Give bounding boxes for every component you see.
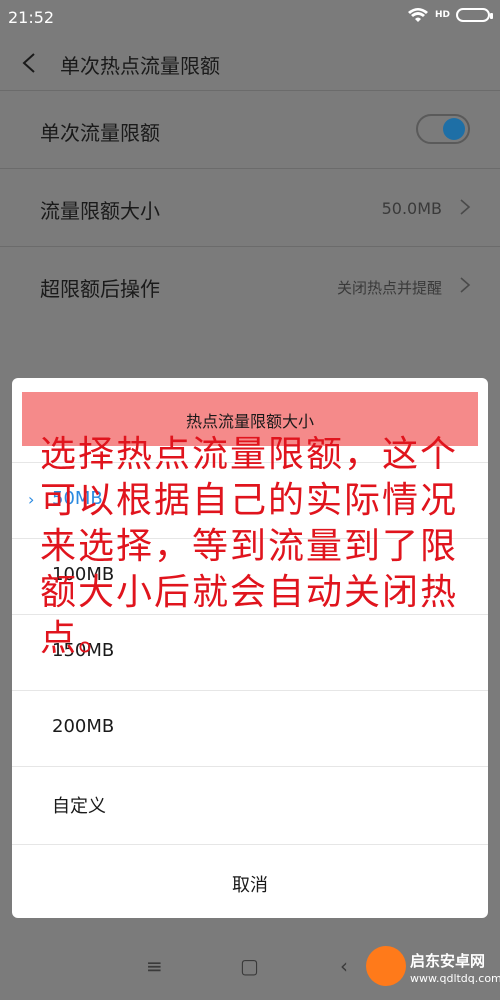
option-200mb[interactable]: 200MB: [12, 690, 488, 767]
back-icon[interactable]: ‹: [340, 954, 348, 978]
status-bar: 21:52 HD: [0, 0, 500, 36]
cancel-label: 取消: [232, 875, 268, 896]
after-limit-value: 关闭热点并提醒: [336, 279, 442, 297]
status-time: 21:52: [8, 8, 55, 27]
chevron-right-icon: [460, 277, 471, 293]
wifi-icon: [407, 8, 428, 22]
watermark-name: 启东安卓网: [410, 952, 486, 970]
back-button[interactable]: [12, 46, 46, 80]
after-limit-label: 超限额后操作: [40, 277, 160, 301]
header: 单次热点流量限额: [0, 36, 500, 88]
option-custom[interactable]: 自定义: [12, 766, 488, 843]
limit-toggle-label: 单次流量限额: [40, 121, 160, 145]
toggle-knob: [443, 118, 465, 140]
dialog-title: 热点流量限额大小: [185, 412, 314, 431]
limit-toggle-switch[interactable]: [416, 114, 470, 144]
limit-size-label: 流量限额大小: [40, 199, 160, 223]
status-icons: HD: [407, 7, 493, 23]
limit-size-value: 50.0MB: [381, 199, 442, 218]
watermark-url: www.qdltdq.com: [410, 972, 500, 985]
after-limit-row[interactable]: 超限额后操作 关闭热点并提醒: [0, 246, 500, 325]
cancel-button[interactable]: 取消: [12, 844, 488, 918]
limit-size-row[interactable]: 流量限额大小 50.0MB: [0, 168, 500, 247]
page-title: 单次热点流量限额: [60, 54, 220, 78]
watermark-logo-icon: [366, 946, 406, 986]
hd-icon: HD: [434, 9, 450, 20]
option-label: 自定义: [52, 796, 106, 817]
watermark: 启东安卓网 www.qdltdq.com: [410, 952, 500, 988]
tutorial-annotation: 选择热点流量限额，这个可以根据自己的实际情况来选择，等到流量到了限额大小后就会自…: [40, 434, 459, 659]
limit-toggle-row[interactable]: 单次流量限额: [0, 90, 500, 169]
check-icon: ›: [28, 490, 35, 509]
battery-icon: [456, 8, 493, 22]
home-icon[interactable]: ▢: [240, 954, 259, 978]
chevron-right-icon: [460, 199, 471, 215]
menu-icon[interactable]: ≡: [146, 954, 163, 978]
option-label: 200MB: [52, 716, 115, 737]
back-arrow-icon: [22, 53, 35, 73]
